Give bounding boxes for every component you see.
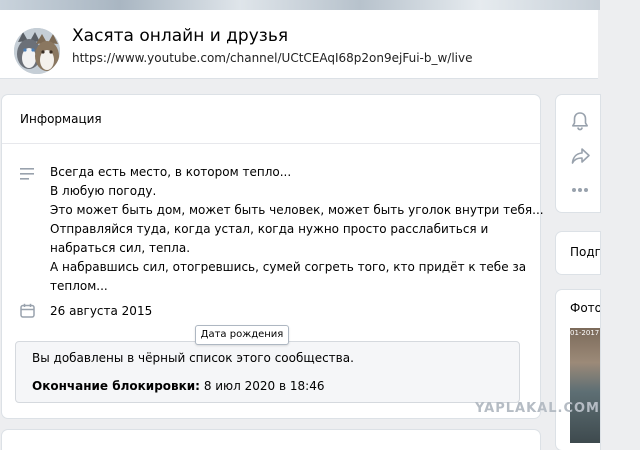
group-header: Хасята онлайн и друзья https://www.youtu… (0, 10, 598, 79)
photos-label: Фото (570, 301, 600, 315)
next-card (2, 430, 540, 450)
founded-date: 26 августа 2015 (50, 304, 153, 318)
photo-thumbnail[interactable] (570, 328, 600, 443)
group-description: Всегда есть место, в котором тепло... В … (50, 163, 544, 296)
block-end: Окончание блокировки: 8 июл 2020 в 18:46 (32, 379, 324, 393)
description-line: теплом... (50, 279, 108, 293)
description-line: набраться сил, тепла. (50, 241, 191, 255)
bell-icon[interactable] (571, 111, 589, 131)
group-avatar[interactable] (14, 28, 60, 74)
description-line: Отправляйся туда, когда устал, когда нуж… (50, 222, 489, 236)
description-line: Это может быть дом, может быть человек, … (50, 203, 544, 217)
block-end-label: Окончание блокировки: (32, 379, 200, 393)
info-title: Информация (20, 112, 102, 126)
group-status-link[interactable]: https://www.youtube.com/channel/UCtCEAqI… (72, 51, 473, 65)
share-icon[interactable] (571, 147, 591, 165)
subscribers-label: Подп (570, 245, 600, 259)
calendar-icon (20, 303, 35, 318)
photos-block[interactable]: Фото 01-2017 (556, 290, 600, 450)
description-line: А набравшись сил, отогревшись, сумей сог… (50, 260, 527, 274)
photo-stamp: 01-2017 (570, 329, 600, 337)
group-name: Хасята онлайн и друзья (72, 26, 289, 46)
info-header: Информация (2, 95, 540, 144)
lines-icon (20, 168, 34, 180)
description-line: Всегда есть место, в котором тепло... (50, 165, 292, 179)
more-icon[interactable] (571, 187, 589, 193)
subscribers-block[interactable]: Подп (556, 232, 600, 274)
block-end-value: 8 июл 2020 в 18:46 (203, 379, 325, 393)
date-tooltip: Дата рождения (195, 325, 289, 345)
husky-dogs-icon (14, 28, 60, 74)
blacklist-message: Вы добавлены в чёрный список этого сообщ… (32, 351, 354, 365)
blacklist-notice: Вы добавлены в чёрный список этого сообщ… (15, 341, 520, 403)
description-line: В любую погоду. (50, 184, 157, 198)
actions-panel (556, 95, 600, 212)
cover-image (0, 0, 600, 10)
watermark: YAPLAKAL.COM (475, 401, 600, 416)
